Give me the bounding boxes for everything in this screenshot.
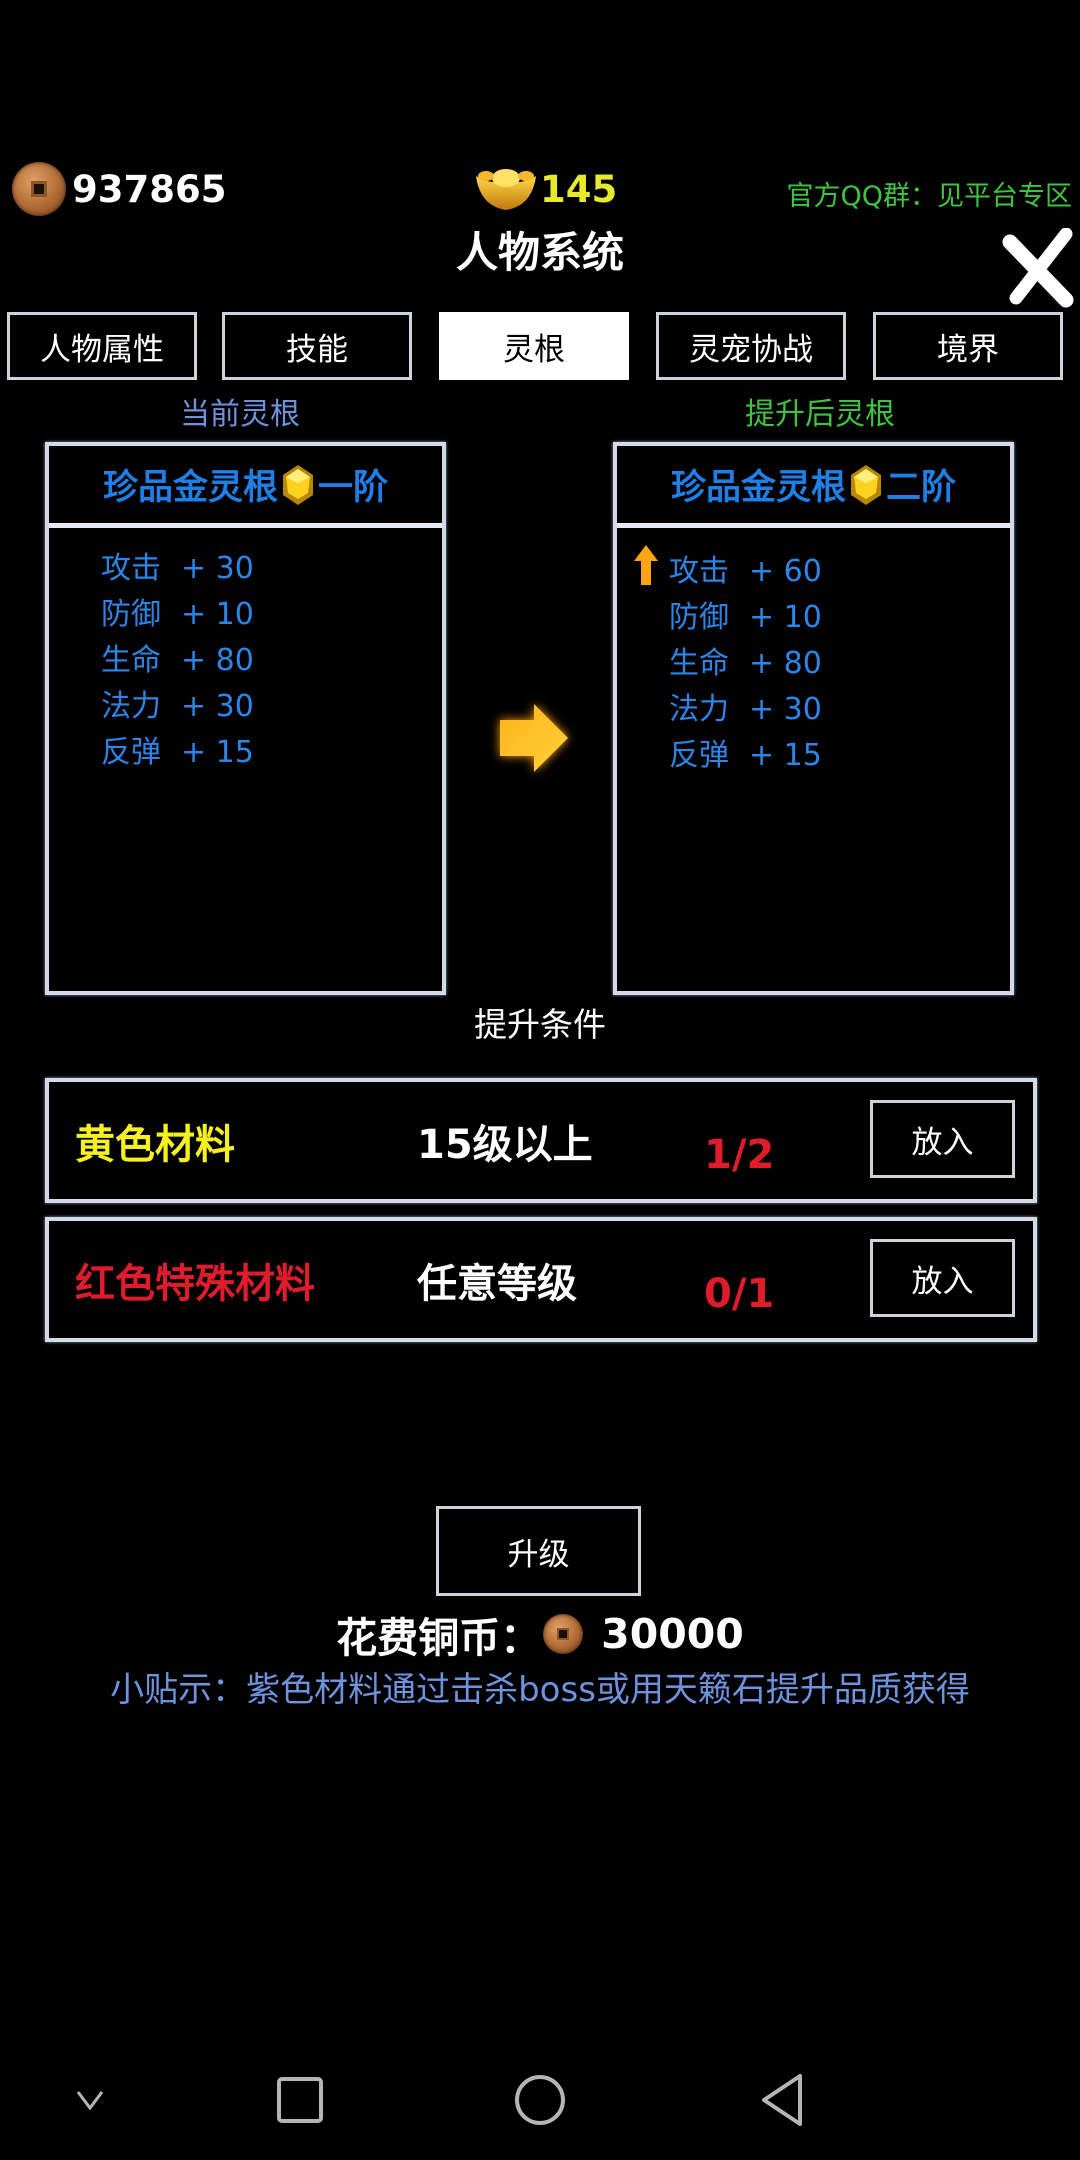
circle-icon (515, 2075, 565, 2125)
stat-value: + 15 (749, 738, 822, 773)
tab-character-attributes[interactable]: 人物属性 (7, 312, 197, 380)
tab-skills[interactable]: 技能 (222, 312, 412, 380)
cost-label: 花费铜币： (336, 1614, 542, 1662)
current-root-label: 当前灵根 (180, 397, 300, 432)
material-name: 红色特殊材料 (75, 1260, 315, 1307)
stat-name: 防御 (669, 600, 729, 635)
stat-name: 生命 (101, 643, 161, 678)
stat-value: + 30 (181, 551, 254, 586)
current-root-panel: 珍品金灵根 一阶 攻击 + 30 防御 + 10 生命 + 80 法力 + 30 反弹 +… (45, 442, 446, 995)
stat-name: 反弹 (101, 735, 161, 770)
root-tier: 一阶 (318, 468, 389, 508)
stat-row-hp: 生命 + 80 (101, 638, 254, 684)
cost-value: 30000 (601, 1610, 744, 1658)
increase-arrow-icon (634, 545, 658, 585)
stat-value: + 30 (181, 689, 254, 724)
upgrade-button[interactable]: 升级 (436, 1506, 641, 1596)
material-requirement: 任意等级 (417, 1260, 577, 1307)
nav-recent-apps-button[interactable] (270, 2070, 330, 2130)
put-in-button[interactable]: 放入 (870, 1100, 1015, 1178)
tab-label: 境界 (937, 331, 999, 368)
nav-back-button[interactable] (750, 2070, 810, 2130)
root-name: 珍品金灵根 (670, 468, 846, 508)
page-title: 人物系统 (455, 228, 624, 277)
tab-spirit-root[interactable]: 灵根 (439, 312, 629, 380)
tab-spirit-pet[interactable]: 灵宠协战 (656, 312, 846, 380)
stat-name: 法力 (669, 692, 729, 727)
stat-row-reflect: 反弹 + 15 (101, 730, 254, 776)
stat-row-mana: 法力 + 30 (101, 684, 254, 730)
gold-gem-icon (283, 464, 313, 505)
close-button[interactable] (996, 228, 1076, 310)
root-name: 珍品金灵根 (102, 468, 278, 508)
tab-label: 技能 (286, 331, 348, 368)
tab-label: 人物属性 (40, 331, 164, 368)
upgraded-root-label: 提升后灵根 (745, 397, 895, 432)
stat-row-defense: 防御 + 10 (101, 592, 254, 638)
stat-name: 攻击 (101, 551, 161, 586)
stat-row-mana: 法力 + 30 (669, 687, 822, 733)
material-count: 0/1 (704, 1270, 775, 1317)
stat-value: + 30 (749, 692, 822, 727)
stat-name: 防御 (101, 597, 161, 632)
condition-row-yellow: 黄色材料 15级以上 1/2 放入 (45, 1078, 1037, 1203)
arrow-right-icon (500, 704, 568, 772)
current-stats-list: 攻击 + 30 防御 + 10 生命 + 80 法力 + 30 反弹 + 15 (101, 546, 254, 776)
back-triangle-icon (762, 2074, 802, 2126)
stat-row-attack: 攻击 + 60 (634, 545, 822, 595)
stat-value: + 80 (181, 643, 254, 678)
stat-name: 攻击 (669, 554, 729, 589)
tip-text: 小贴示：紫色材料通过击杀boss或用天籁石提升品质获得 (110, 1670, 970, 1710)
upgrade-cost: 花费铜币： 30000 (0, 1610, 1080, 1662)
tab-realm[interactable]: 境界 (873, 312, 1063, 380)
copper-coin-count: 937865 (72, 168, 227, 211)
stat-row-attack: 攻击 + 30 (101, 546, 254, 592)
tab-label: 灵宠协战 (689, 331, 813, 368)
copper-coin-icon (12, 162, 66, 216)
button-label: 升级 (507, 1536, 570, 1573)
stat-name: 生命 (669, 646, 729, 681)
stat-value: + 10 (181, 597, 254, 632)
stat-value: + 80 (749, 646, 822, 681)
material-count: 1/2 (704, 1131, 775, 1178)
material-name: 黄色材料 (75, 1121, 235, 1168)
gold-gem-icon (851, 464, 881, 505)
root-tier: 二阶 (886, 468, 957, 508)
stat-name: 反弹 (669, 738, 729, 773)
qq-group-notice: 官方QQ群：见平台专区 (786, 181, 1072, 212)
upgraded-root-header: 珍品金灵根 二阶 (617, 446, 1010, 528)
copper-coin-icon (543, 1614, 584, 1654)
square-icon (277, 2077, 323, 2123)
material-requirement: 15级以上 (417, 1121, 593, 1168)
stat-row-defense: 防御 + 10 (669, 595, 822, 641)
stat-name: 法力 (101, 689, 161, 724)
put-in-button[interactable]: 放入 (870, 1239, 1015, 1317)
stat-row-hp: 生命 + 80 (669, 641, 822, 687)
current-root-header: 珍品金灵根 一阶 (49, 446, 442, 528)
upgraded-root-panel: 珍品金灵根 二阶 攻击 + 60 防御 + 10 生命 + 80 法力 + 30 反弹 +… (613, 442, 1014, 995)
nav-hide-button[interactable] (60, 2070, 120, 2130)
gold-ingot-count: 145 (540, 168, 618, 211)
gold-ingot-icon (476, 169, 536, 210)
button-label: 放入 (911, 1124, 974, 1161)
stat-row-reflect: 反弹 + 15 (669, 733, 822, 779)
nav-home-button[interactable] (510, 2070, 570, 2130)
conditions-title: 提升条件 (474, 1005, 606, 1044)
close-icon (1002, 228, 1074, 308)
upgraded-stats-list: 攻击 + 60 防御 + 10 生命 + 80 法力 + 30 反弹 + 15 (634, 545, 822, 779)
chevron-down-icon (76, 2091, 104, 2111)
button-label: 放入 (911, 1263, 974, 1300)
stat-value: + 60 (749, 554, 822, 589)
condition-row-red: 红色特殊材料 任意等级 0/1 放入 (45, 1217, 1037, 1342)
tab-label: 灵根 (503, 331, 565, 368)
stat-value: + 10 (749, 600, 822, 635)
stat-value: + 15 (181, 735, 254, 770)
